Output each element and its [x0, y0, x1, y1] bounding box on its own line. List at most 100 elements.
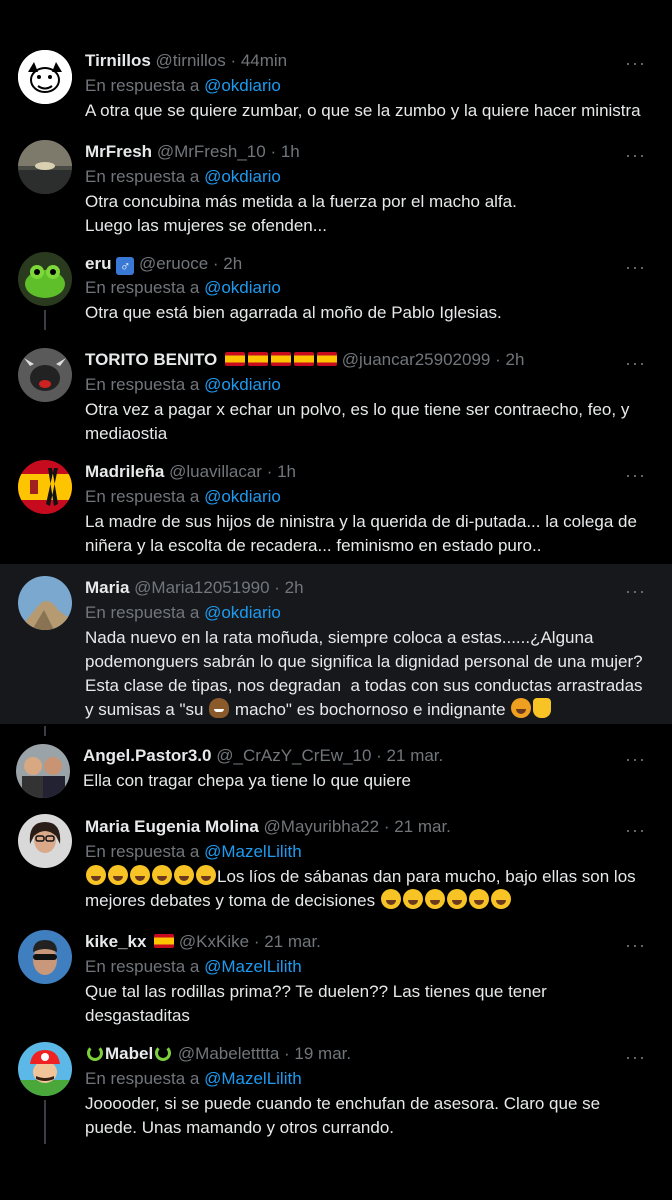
mention-link[interactable]: @okdiario — [204, 167, 281, 186]
tweet[interactable]: MrFresh @MrFresh_10 · 1h ··· En respuest… — [0, 130, 672, 246]
thread-line — [44, 310, 46, 330]
display-name[interactable]: Madrileña — [85, 462, 164, 481]
mention-link[interactable]: @okdiario — [204, 603, 281, 622]
avatar[interactable] — [18, 252, 72, 306]
handle[interactable]: @Mayuribha22 — [264, 817, 380, 836]
more-horizontal-icon[interactable]: ··· — [625, 146, 646, 164]
timestamp[interactable]: · 19 mar. — [284, 1044, 351, 1063]
more-horizontal-icon[interactable]: ··· — [625, 466, 646, 484]
handle[interactable]: @KxKike — [179, 932, 249, 951]
tweet[interactable]: TORITO BENITO @juancar25902099 · 2h ··· … — [0, 338, 672, 456]
tweet-header: Angel.Pastor3.0 @_CrAzY_CrEw_10 · 21 mar… — [83, 744, 632, 768]
more-horizontal-icon[interactable]: ··· — [625, 1048, 646, 1066]
snake-emoji — [155, 1045, 172, 1061]
reply-context: En respuesta a @okdiario — [85, 601, 281, 625]
display-name[interactable]: Maria Eugenia Molina — [85, 817, 259, 836]
avatar[interactable] — [18, 50, 72, 104]
tweet[interactable]: Maria @Maria12051990 · 2h ··· En respues… — [0, 564, 672, 724]
tweet-text: Nada nuevo en la rata moñuda, siempre co… — [85, 626, 655, 722]
display-name[interactable]: Angel.Pastor3.0 — [83, 746, 212, 765]
display-name[interactable]: TORITO BENITO — [85, 350, 217, 369]
tweet-text: A otra que se quiere zumbar, o que se la… — [85, 101, 641, 120]
reply-context: En respuesta a @MazelLilith — [85, 840, 302, 864]
handle[interactable]: @eruoce — [139, 254, 208, 273]
avatar[interactable] — [18, 814, 72, 868]
timestamp[interactable]: · 2h — [274, 578, 303, 597]
handle[interactable]: @_CrAzY_CrEw_10 — [216, 746, 371, 765]
tweet-header: Tirnillos @tirnillos · 44min — [85, 49, 632, 73]
avatar[interactable] — [18, 140, 72, 194]
avatar[interactable] — [18, 1042, 72, 1096]
display-name[interactable]: MrFresh — [85, 142, 152, 161]
mention-link[interactable]: @MazelLilith — [204, 1069, 302, 1088]
reply-prefix: En respuesta a — [85, 842, 200, 861]
reply-prefix: En respuesta a — [85, 76, 200, 95]
tweet-text-part: macho" es bochornoso e indignante — [230, 700, 511, 719]
tweet-header: kike_kx @KxKike · 21 mar. — [85, 930, 632, 954]
timestamp[interactable]: · 2h — [495, 350, 524, 369]
tweet-header: Mabel @Mabeletttta · 19 mar. — [85, 1042, 632, 1066]
handle[interactable]: @Mabeletttta — [178, 1044, 279, 1063]
display-name[interactable]: Tirnillos — [85, 51, 151, 70]
tweet[interactable]: Madrileña @luavillacar · 1h ··· En respu… — [0, 450, 672, 564]
display-name[interactable]: Maria — [85, 578, 129, 597]
mention-link[interactable]: @okdiario — [204, 487, 281, 506]
handle[interactable]: @Maria12051990 — [134, 578, 269, 597]
mention-link[interactable]: @okdiario — [204, 375, 281, 394]
angry-face-emoji — [511, 698, 532, 718]
timestamp[interactable]: · 44min — [230, 51, 287, 70]
tweet[interactable]: eru ♂ @eruoce · 2h ··· En respuesta a @o… — [0, 242, 672, 338]
thumbs-down-emoji — [533, 698, 552, 718]
timestamp[interactable]: · 21 mar. — [376, 746, 443, 765]
more-horizontal-icon[interactable]: ··· — [625, 354, 646, 372]
tweet[interactable]: kike_kx @KxKike · 21 mar. ··· En respues… — [0, 920, 672, 1036]
thread-line — [44, 726, 46, 736]
display-name[interactable]: kike_kx — [85, 932, 146, 951]
handle[interactable]: @juancar25902099 — [342, 350, 491, 369]
more-horizontal-icon[interactable]: ··· — [625, 936, 646, 954]
snake-emoji — [87, 1045, 103, 1061]
reply-prefix: En respuesta a — [85, 603, 200, 622]
reply-context: En respuesta a @okdiario — [85, 485, 281, 509]
thread-line — [44, 1100, 46, 1144]
timestamp[interactable]: · 2h — [213, 254, 242, 273]
tweet[interactable]: Angel.Pastor3.0 @_CrAzY_CrEw_10 · 21 mar… — [0, 726, 672, 812]
display-name[interactable]: eru — [85, 254, 111, 273]
avatar[interactable] — [16, 744, 70, 798]
reply-prefix: En respuesta a — [85, 1069, 200, 1088]
reply-context: En respuesta a @okdiario — [85, 373, 281, 397]
more-horizontal-icon[interactable]: ··· — [625, 54, 646, 72]
mention-link[interactable]: @okdiario — [204, 76, 281, 95]
tweet-text: Que tal las rodillas prima?? Te duelen??… — [85, 982, 547, 1025]
tweet-header: eru ♂ @eruoce · 2h — [85, 252, 632, 276]
mention-link[interactable]: @okdiario — [204, 278, 281, 297]
mention-link[interactable]: @MazelLilith — [204, 957, 302, 976]
reply-context: En respuesta a @okdiario — [85, 276, 281, 300]
more-horizontal-icon[interactable]: ··· — [625, 258, 646, 276]
handle[interactable]: @tirnillos — [156, 51, 226, 70]
tweet-header: Maria Eugenia Molina @Mayuribha22 · 21 m… — [85, 815, 632, 839]
handle[interactable]: @MrFresh_10 — [157, 142, 266, 161]
timestamp[interactable]: · 21 mar. — [254, 932, 321, 951]
tweet[interactable]: Mabel @Mabeletttta · 19 mar. ··· En resp… — [0, 1032, 672, 1152]
poop-emoji — [209, 698, 230, 718]
reply-prefix: En respuesta a — [85, 957, 200, 976]
avatar[interactable] — [18, 576, 72, 630]
tweet[interactable]: Tirnillos @tirnillos · 44min ··· En resp… — [0, 38, 672, 130]
handle[interactable]: @luavillacar — [169, 462, 262, 481]
spain-flag-emoji — [222, 350, 337, 369]
timestamp[interactable]: · 1h — [267, 462, 296, 481]
timestamp[interactable]: · 1h — [270, 142, 299, 161]
more-horizontal-icon[interactable]: ··· — [625, 750, 646, 768]
more-horizontal-icon[interactable]: ··· — [625, 821, 646, 839]
tweet-text: Los líos de sábanas dan para mucho, bajo… — [85, 865, 655, 913]
male-sign-emoji: ♂ — [116, 257, 135, 275]
avatar[interactable] — [18, 460, 72, 514]
avatar[interactable] — [18, 930, 72, 984]
mention-link[interactable]: @MazelLilith — [204, 842, 302, 861]
tweet[interactable]: Maria Eugenia Molina @Mayuribha22 · 21 m… — [0, 806, 672, 918]
avatar[interactable] — [18, 348, 72, 402]
timestamp[interactable]: · 21 mar. — [384, 817, 451, 836]
display-name[interactable]: Mabel — [105, 1044, 153, 1063]
more-horizontal-icon[interactable]: ··· — [625, 582, 646, 600]
